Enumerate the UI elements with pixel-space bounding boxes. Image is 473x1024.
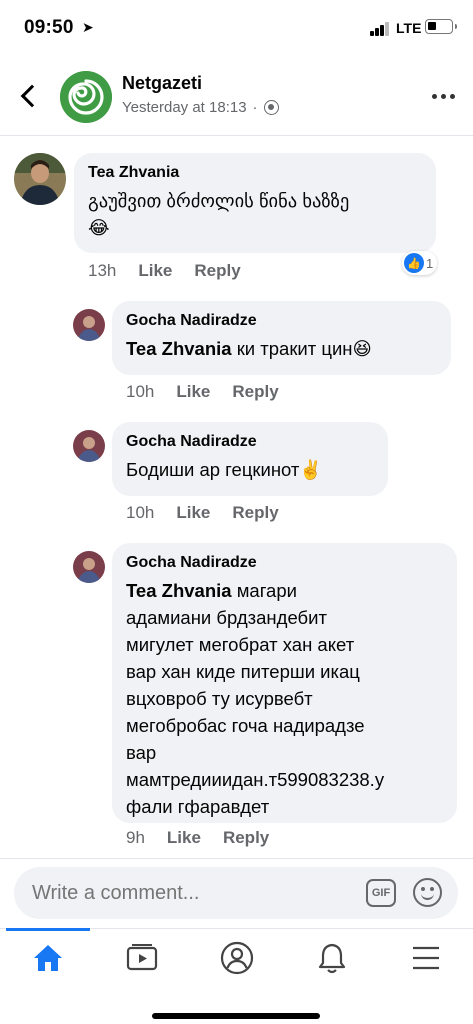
profile-icon	[220, 941, 254, 975]
comment-bubble[interactable]: Gocha Nadiradze Бодиши ар гецкинот✌️	[112, 422, 388, 496]
user-photo-icon	[73, 430, 105, 462]
comment-text: Tea Zhvania ки тракит цин😆	[126, 338, 372, 359]
comment-text: Tea Zhvania магари адамиани брдзандебит …	[126, 580, 385, 817]
comment-bubble[interactable]: Tea Zhvania გაუშვით ბრძოლის წინა ხაზზე 😂	[74, 153, 436, 253]
watch-icon	[126, 944, 158, 971]
page-avatar[interactable]	[60, 71, 112, 123]
comment-actions: 10h Like Reply	[126, 503, 279, 523]
reaction-count[interactable]: 👍 1	[402, 251, 438, 275]
status-bar: 09:50 ➤ LTE	[0, 0, 473, 58]
post-meta: Yesterday at 18:13 ·	[122, 99, 279, 116]
page-name[interactable]: Netgazeti	[122, 73, 202, 94]
like-button[interactable]: Like	[176, 382, 210, 402]
user-photo-icon	[14, 153, 66, 205]
tab-menu[interactable]	[396, 935, 456, 981]
comment-composer: GIF	[0, 858, 473, 928]
network-label: LTE	[396, 20, 422, 36]
comment-time: 9h	[126, 828, 145, 847]
emoji-button[interactable]	[413, 878, 442, 907]
active-tab-indicator	[6, 928, 90, 931]
grinning-emoji: 😆	[352, 338, 372, 359]
comment-bubble[interactable]: Gocha Nadiradze Tea Zhvania ки тракит ци…	[112, 301, 451, 375]
like-reaction-icon: 👍	[404, 253, 424, 273]
user-photo-icon	[73, 309, 105, 341]
more-options-button[interactable]	[432, 94, 455, 99]
comment-time: 10h	[126, 503, 155, 522]
mention-link[interactable]: Tea Zhvania	[126, 580, 232, 601]
comment-author[interactable]: Tea Zhvania	[88, 163, 422, 183]
user-photo-icon	[73, 551, 105, 583]
laughing-emoji: 😂	[88, 217, 110, 238]
menu-icon	[413, 946, 439, 970]
comment-author[interactable]: Gocha Nadiradze	[126, 432, 374, 452]
tab-notifications[interactable]	[302, 935, 362, 981]
reply-button[interactable]: Reply	[232, 382, 278, 402]
back-button[interactable]	[14, 78, 46, 114]
avatar[interactable]	[73, 430, 105, 462]
like-button[interactable]: Like	[138, 261, 172, 281]
battery-icon	[425, 19, 457, 34]
like-button[interactable]: Like	[167, 828, 201, 848]
gif-button[interactable]: GIF	[366, 879, 396, 907]
globe-icon	[263, 100, 279, 115]
status-time: 09:50	[24, 17, 74, 38]
notifications-icon	[318, 943, 346, 974]
comment-text: გაუშვით ბრძოლის წინა ხაზზე 😂	[88, 190, 350, 238]
comment-author[interactable]: Gocha Nadiradze	[126, 553, 443, 573]
tab-profile[interactable]	[207, 935, 267, 981]
avatar[interactable]	[14, 153, 66, 205]
comment-actions: 9h Like Reply	[126, 828, 269, 848]
comment-text: Бодиши ар гецкинот✌️	[126, 459, 323, 480]
post-timestamp: Yesterday at 18:13	[122, 99, 247, 116]
reply-button[interactable]: Reply	[223, 828, 269, 848]
reply-button[interactable]: Reply	[232, 503, 278, 523]
avatar[interactable]	[73, 551, 105, 583]
comment-actions: 10h Like Reply	[126, 382, 279, 402]
comment-time: 13h	[88, 261, 117, 280]
comment-bubble[interactable]: Gocha Nadiradze Tea Zhvania магари адами…	[112, 543, 457, 823]
signal-icon	[370, 22, 390, 36]
tab-watch[interactable]	[112, 935, 172, 981]
netgazeti-logo-icon	[60, 71, 112, 123]
home-indicator	[152, 1013, 320, 1019]
location-arrow-icon: ➤	[82, 19, 94, 35]
like-button[interactable]: Like	[176, 503, 210, 523]
avatar[interactable]	[73, 309, 105, 341]
comment-time: 10h	[126, 382, 155, 401]
bottom-tab-bar	[0, 928, 473, 1024]
tab-home[interactable]	[18, 935, 78, 981]
mention-link[interactable]: Tea Zhvania	[126, 338, 232, 359]
victory-hand-emoji: ✌️	[299, 459, 323, 480]
comment-actions: 13h Like Reply	[88, 261, 241, 281]
home-icon	[34, 945, 62, 971]
post-header: Netgazeti Yesterday at 18:13 ·	[0, 58, 473, 136]
comment-author[interactable]: Gocha Nadiradze	[126, 311, 437, 331]
reply-button[interactable]: Reply	[194, 261, 240, 281]
